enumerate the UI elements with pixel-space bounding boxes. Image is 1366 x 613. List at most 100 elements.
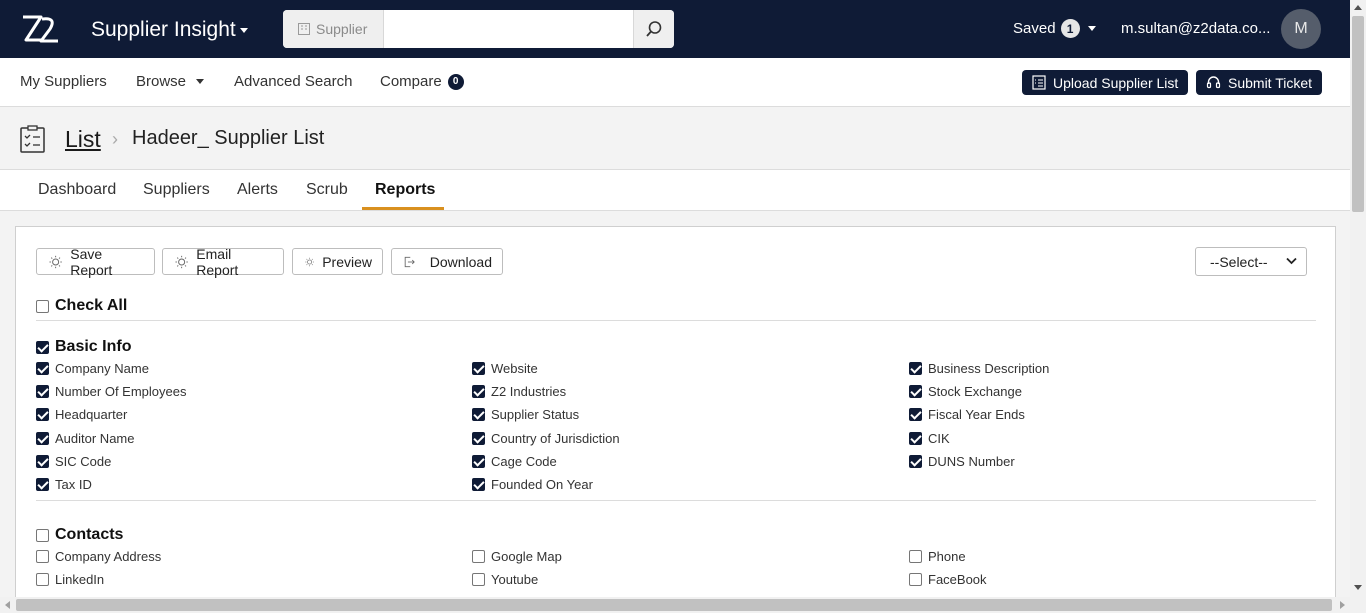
field-checkbox[interactable]	[36, 431, 49, 445]
field-option[interactable]: Tax ID	[36, 477, 92, 492]
report-template-select[interactable]: --Select--	[1195, 247, 1307, 276]
saved-menu[interactable]: Saved 1	[1013, 19, 1096, 38]
search-input[interactable]	[385, 10, 633, 48]
bulb-icon	[49, 255, 62, 268]
field-option[interactable]: Website	[472, 361, 538, 376]
field-label: Business Description	[928, 361, 1050, 376]
field-checkbox[interactable]	[472, 362, 485, 375]
field-checkbox[interactable]	[36, 362, 49, 375]
field-option[interactable]: Headquarter	[36, 407, 127, 422]
field-checkbox[interactable]	[472, 573, 485, 586]
tab-reports[interactable]: Reports	[375, 181, 435, 199]
z2-logo[interactable]	[20, 14, 60, 44]
search-button[interactable]	[633, 10, 674, 48]
field-option[interactable]: CIK	[909, 431, 950, 446]
field-option[interactable]: FaceBook	[909, 572, 987, 587]
field-option[interactable]: Business Description	[909, 361, 1049, 376]
field-option[interactable]: Z2 Industries	[472, 384, 566, 399]
field-option[interactable]: Phone	[909, 549, 966, 564]
chevron-right-icon: ›	[112, 129, 118, 149]
field-option[interactable]: Company Name	[36, 361, 149, 376]
field-label: Phone	[928, 549, 966, 564]
field-option[interactable]: Cage Code	[472, 454, 557, 469]
field-option[interactable]: DUNS Number	[909, 454, 1015, 469]
scroll-right-icon[interactable]	[1340, 601, 1345, 609]
field-checkbox[interactable]	[36, 478, 49, 491]
scroll-down-icon[interactable]	[1354, 585, 1362, 590]
nav-advanced-search[interactable]: Advanced Search	[234, 73, 352, 90]
email-report-button[interactable]: Email Report	[162, 245, 284, 278]
avatar[interactable]: M	[1281, 9, 1321, 49]
field-checkbox[interactable]	[909, 550, 922, 563]
scroll-up-icon[interactable]	[1354, 5, 1362, 10]
check-all-row[interactable]: Check All	[36, 297, 127, 315]
field-option[interactable]: Number Of Employees	[36, 384, 187, 399]
field-option[interactable]: Fiscal Year Ends	[909, 407, 1025, 422]
field-checkbox[interactable]	[472, 408, 485, 422]
field-checkbox[interactable]	[36, 550, 49, 563]
field-checkbox[interactable]	[36, 408, 49, 422]
nav-my-suppliers[interactable]: My Suppliers	[20, 73, 107, 90]
user-email[interactable]: m.sultan@z2data.co...	[1121, 20, 1270, 37]
basic-info-checkbox[interactable]	[36, 340, 49, 354]
app-switcher[interactable]: Supplier Insight	[91, 18, 248, 42]
export-icon	[404, 256, 415, 267]
field-checkbox[interactable]	[36, 454, 49, 468]
contacts-group[interactable]: Contacts	[36, 526, 123, 544]
divider	[36, 500, 1316, 501]
chevron-down-icon	[239, 27, 248, 33]
search-scope-dropdown[interactable]: Supplier	[283, 10, 384, 48]
tab-dashboard[interactable]: Dashboard	[38, 181, 116, 199]
breadcrumb-list-link[interactable]: List	[65, 126, 101, 153]
field-label: CIK	[928, 430, 950, 446]
field-checkbox[interactable]	[36, 385, 49, 399]
nav-compare-label: Compare	[380, 73, 442, 90]
field-option[interactable]: Youtube	[472, 572, 538, 587]
save-report-button[interactable]: Save Report	[36, 246, 155, 278]
field-option[interactable]: Company Address	[36, 549, 161, 564]
basic-info-group[interactable]: Basic Info	[36, 338, 131, 356]
nav-browse[interactable]: Browse	[136, 73, 205, 90]
field-checkbox[interactable]	[36, 573, 49, 586]
chevron-down-icon	[1286, 257, 1297, 265]
field-option[interactable]: Country of Jurisdiction	[472, 431, 620, 446]
tab-suppliers[interactable]: Suppliers	[143, 181, 210, 199]
field-option[interactable]: Stock Exchange	[909, 384, 1022, 399]
field-checkbox[interactable]	[472, 478, 485, 491]
tab-scrub[interactable]: Scrub	[306, 181, 348, 199]
field-option[interactable]: Supplier Status	[472, 407, 579, 422]
horizontal-scrollbar[interactable]	[0, 597, 1366, 613]
field-checkbox[interactable]	[909, 573, 922, 586]
vertical-scrollbar[interactable]	[1350, 0, 1366, 597]
tab-alerts[interactable]: Alerts	[237, 181, 278, 199]
horizontal-scroll-thumb[interactable]	[16, 599, 1332, 611]
field-option[interactable]: LinkedIn	[36, 572, 104, 587]
field-option[interactable]: Founded On Year	[472, 477, 593, 492]
nav-compare[interactable]: Compare 0	[380, 73, 464, 90]
field-checkbox[interactable]	[909, 431, 922, 445]
field-checkbox[interactable]	[472, 454, 485, 468]
field-checkbox[interactable]	[909, 385, 922, 399]
upload-supplier-list-button[interactable]: Upload Supplier List	[1022, 70, 1189, 95]
vertical-scroll-thumb[interactable]	[1352, 16, 1364, 212]
field-checkbox[interactable]	[909, 362, 922, 375]
check-all-checkbox[interactable]	[36, 299, 49, 313]
scroll-left-icon[interactable]	[5, 601, 10, 609]
field-checkbox[interactable]	[909, 454, 922, 468]
contacts-checkbox[interactable]	[36, 528, 49, 542]
field-checkbox[interactable]	[472, 431, 485, 445]
chevron-down-icon	[1087, 26, 1096, 31]
field-option[interactable]: SIC Code	[36, 454, 111, 469]
submit-ticket-button[interactable]: Submit Ticket	[1196, 70, 1323, 95]
field-option[interactable]: Auditor Name	[36, 431, 134, 446]
field-checkbox[interactable]	[909, 408, 922, 422]
field-label: Founded On Year	[491, 477, 593, 492]
download-label: Download	[429, 253, 492, 270]
field-checkbox[interactable]	[472, 550, 485, 563]
preview-button[interactable]: Preview	[292, 248, 383, 275]
download-button[interactable]: Download	[391, 248, 503, 275]
email-report-label: Email Report	[196, 245, 239, 278]
field-checkbox[interactable]	[472, 385, 485, 399]
field-label: Country of Jurisdiction	[491, 430, 620, 446]
field-option[interactable]: Google Map	[472, 549, 562, 564]
